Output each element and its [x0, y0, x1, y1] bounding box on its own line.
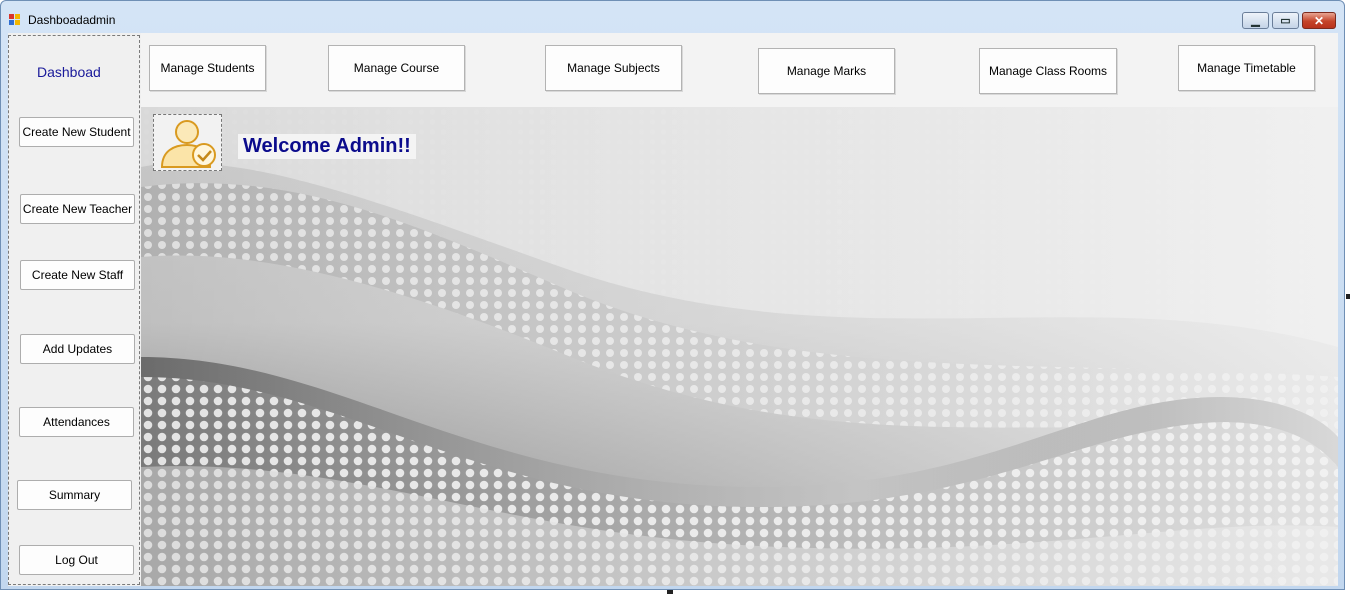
attendances-button[interactable]: Attendances	[19, 407, 134, 437]
admin-user-icon	[160, 120, 216, 168]
welcome-heading: Welcome Admin!!	[238, 134, 416, 159]
close-button[interactable]: ✕	[1302, 12, 1336, 29]
maximize-icon: ▭	[1280, 15, 1291, 27]
minimize-icon: ▁	[1251, 15, 1260, 27]
top-toolbar: Manage Students Manage Course Manage Sub…	[141, 33, 1338, 107]
resize-handle-bottom[interactable]	[667, 590, 673, 594]
sidebar-brand-label: Dashboad	[37, 64, 101, 80]
create-new-staff-button[interactable]: Create New Staff	[20, 260, 135, 290]
resize-handle-right[interactable]	[1346, 294, 1350, 299]
create-new-student-button[interactable]: Create New Student	[19, 117, 134, 147]
halftone-background-image	[141, 107, 1338, 586]
create-new-teacher-button[interactable]: Create New Teacher	[20, 194, 135, 224]
app-window: Dashboadadmin ▁ ▭ ✕ Dashboad Create New …	[0, 0, 1345, 590]
client-area: Dashboad Create New Student Create New T…	[8, 33, 1338, 586]
app-icon	[9, 14, 21, 26]
title-bar[interactable]: Dashboadadmin ▁ ▭ ✕	[1, 1, 1344, 33]
sidebar: Dashboad Create New Student Create New T…	[8, 35, 140, 585]
manage-marks-button[interactable]: Manage Marks	[758, 48, 895, 94]
manage-students-button[interactable]: Manage Students	[149, 45, 266, 91]
maximize-button[interactable]: ▭	[1272, 12, 1299, 29]
minimize-button[interactable]: ▁	[1242, 12, 1269, 29]
add-updates-button[interactable]: Add Updates	[20, 334, 135, 364]
log-out-button[interactable]: Log Out	[19, 545, 134, 575]
summary-button[interactable]: Summary	[17, 480, 132, 510]
main-panel: Welcome Admin!!	[141, 107, 1338, 586]
manage-course-button[interactable]: Manage Course	[328, 45, 465, 91]
manage-timetable-button[interactable]: Manage Timetable	[1178, 45, 1315, 91]
close-icon: ✕	[1313, 13, 1325, 28]
window-title: Dashboadadmin	[28, 13, 116, 27]
caption-buttons: ▁ ▭ ✕	[1239, 12, 1336, 30]
manage-class-rooms-button[interactable]: Manage Class Rooms	[979, 48, 1117, 94]
manage-subjects-button[interactable]: Manage Subjects	[545, 45, 682, 91]
admin-avatar	[153, 114, 222, 171]
